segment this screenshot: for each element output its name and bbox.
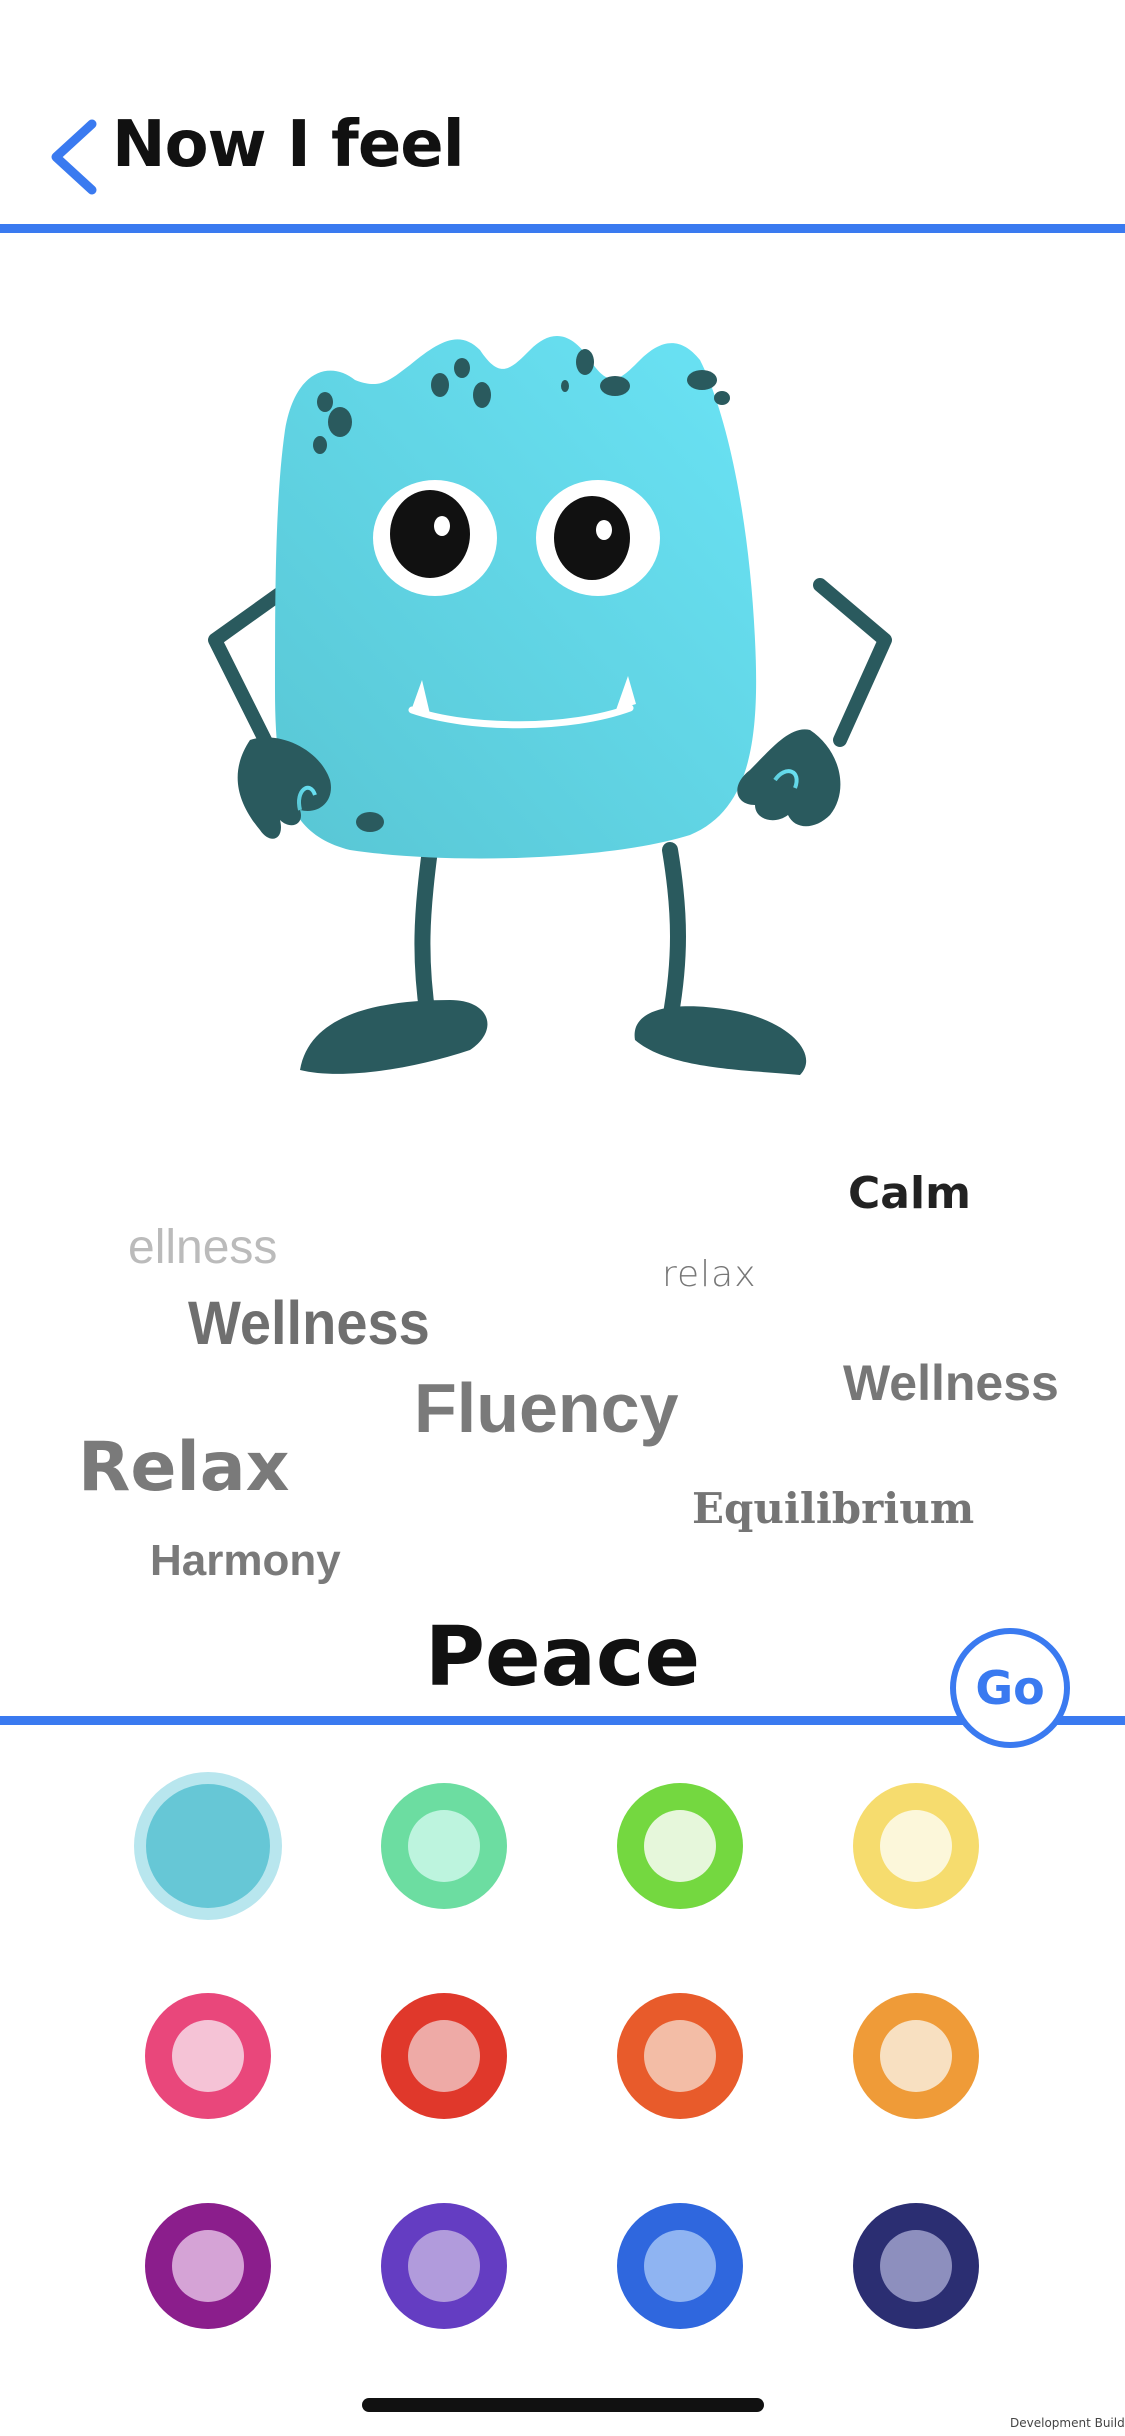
- color-swatch[interactable]: [853, 2203, 979, 2329]
- word-equilibrium[interactable]: Equilibrium: [692, 1484, 974, 1533]
- color-swatch-inner: [172, 2230, 244, 2302]
- development-build-badge: Development Build: [1010, 2416, 1125, 2430]
- color-swatch-inner: [146, 1784, 270, 1908]
- word-relax-large[interactable]: Relax: [78, 1428, 290, 1507]
- color-swatch-inner: [644, 1810, 716, 1882]
- word-wellness[interactable]: Wellness: [188, 1287, 430, 1359]
- go-button[interactable]: Go: [950, 1628, 1070, 1748]
- chevron-left-icon[interactable]: [46, 118, 104, 196]
- word-relax-small[interactable]: relax: [662, 1254, 757, 1295]
- color-swatch[interactable]: [145, 2203, 271, 2329]
- color-swatch[interactable]: [853, 1993, 979, 2119]
- color-swatch[interactable]: [134, 1772, 282, 1920]
- color-swatch-inner: [880, 1810, 952, 1882]
- color-palette: [0, 1740, 1125, 2380]
- color-swatch-inner: [408, 2020, 480, 2092]
- color-swatch-inner: [880, 2230, 952, 2302]
- color-swatch-inner: [408, 1810, 480, 1882]
- color-swatch-inner: [644, 2230, 716, 2302]
- color-swatch-inner: [644, 2020, 716, 2092]
- color-swatch[interactable]: [617, 2203, 743, 2329]
- color-swatch[interactable]: [145, 1993, 271, 2119]
- word-wellness[interactable]: Wellness: [843, 1354, 1059, 1412]
- monster-illustration: [208, 336, 892, 1075]
- color-swatch[interactable]: [381, 1993, 507, 2119]
- color-swatch-inner: [172, 2020, 244, 2092]
- page-title: Now I feel: [112, 108, 465, 182]
- word-ellness[interactable]: ellness: [128, 1220, 277, 1275]
- word-harmony[interactable]: Harmony: [150, 1536, 341, 1586]
- color-swatch-inner: [880, 2020, 952, 2092]
- home-indicator[interactable]: [362, 2398, 764, 2412]
- color-swatch-inner: [408, 2230, 480, 2302]
- header: Now I feel: [0, 0, 1125, 236]
- color-swatch[interactable]: [617, 1993, 743, 2119]
- word-fluency[interactable]: Fluency: [414, 1368, 679, 1448]
- color-swatch[interactable]: [853, 1783, 979, 1909]
- color-swatch[interactable]: [381, 1783, 507, 1909]
- word-calm[interactable]: Calm: [848, 1168, 971, 1219]
- color-swatch[interactable]: [381, 2203, 507, 2329]
- header-divider: [0, 224, 1125, 233]
- color-swatch[interactable]: [617, 1783, 743, 1909]
- go-button-label: Go: [975, 1661, 1045, 1715]
- section-divider: [0, 1716, 1125, 1725]
